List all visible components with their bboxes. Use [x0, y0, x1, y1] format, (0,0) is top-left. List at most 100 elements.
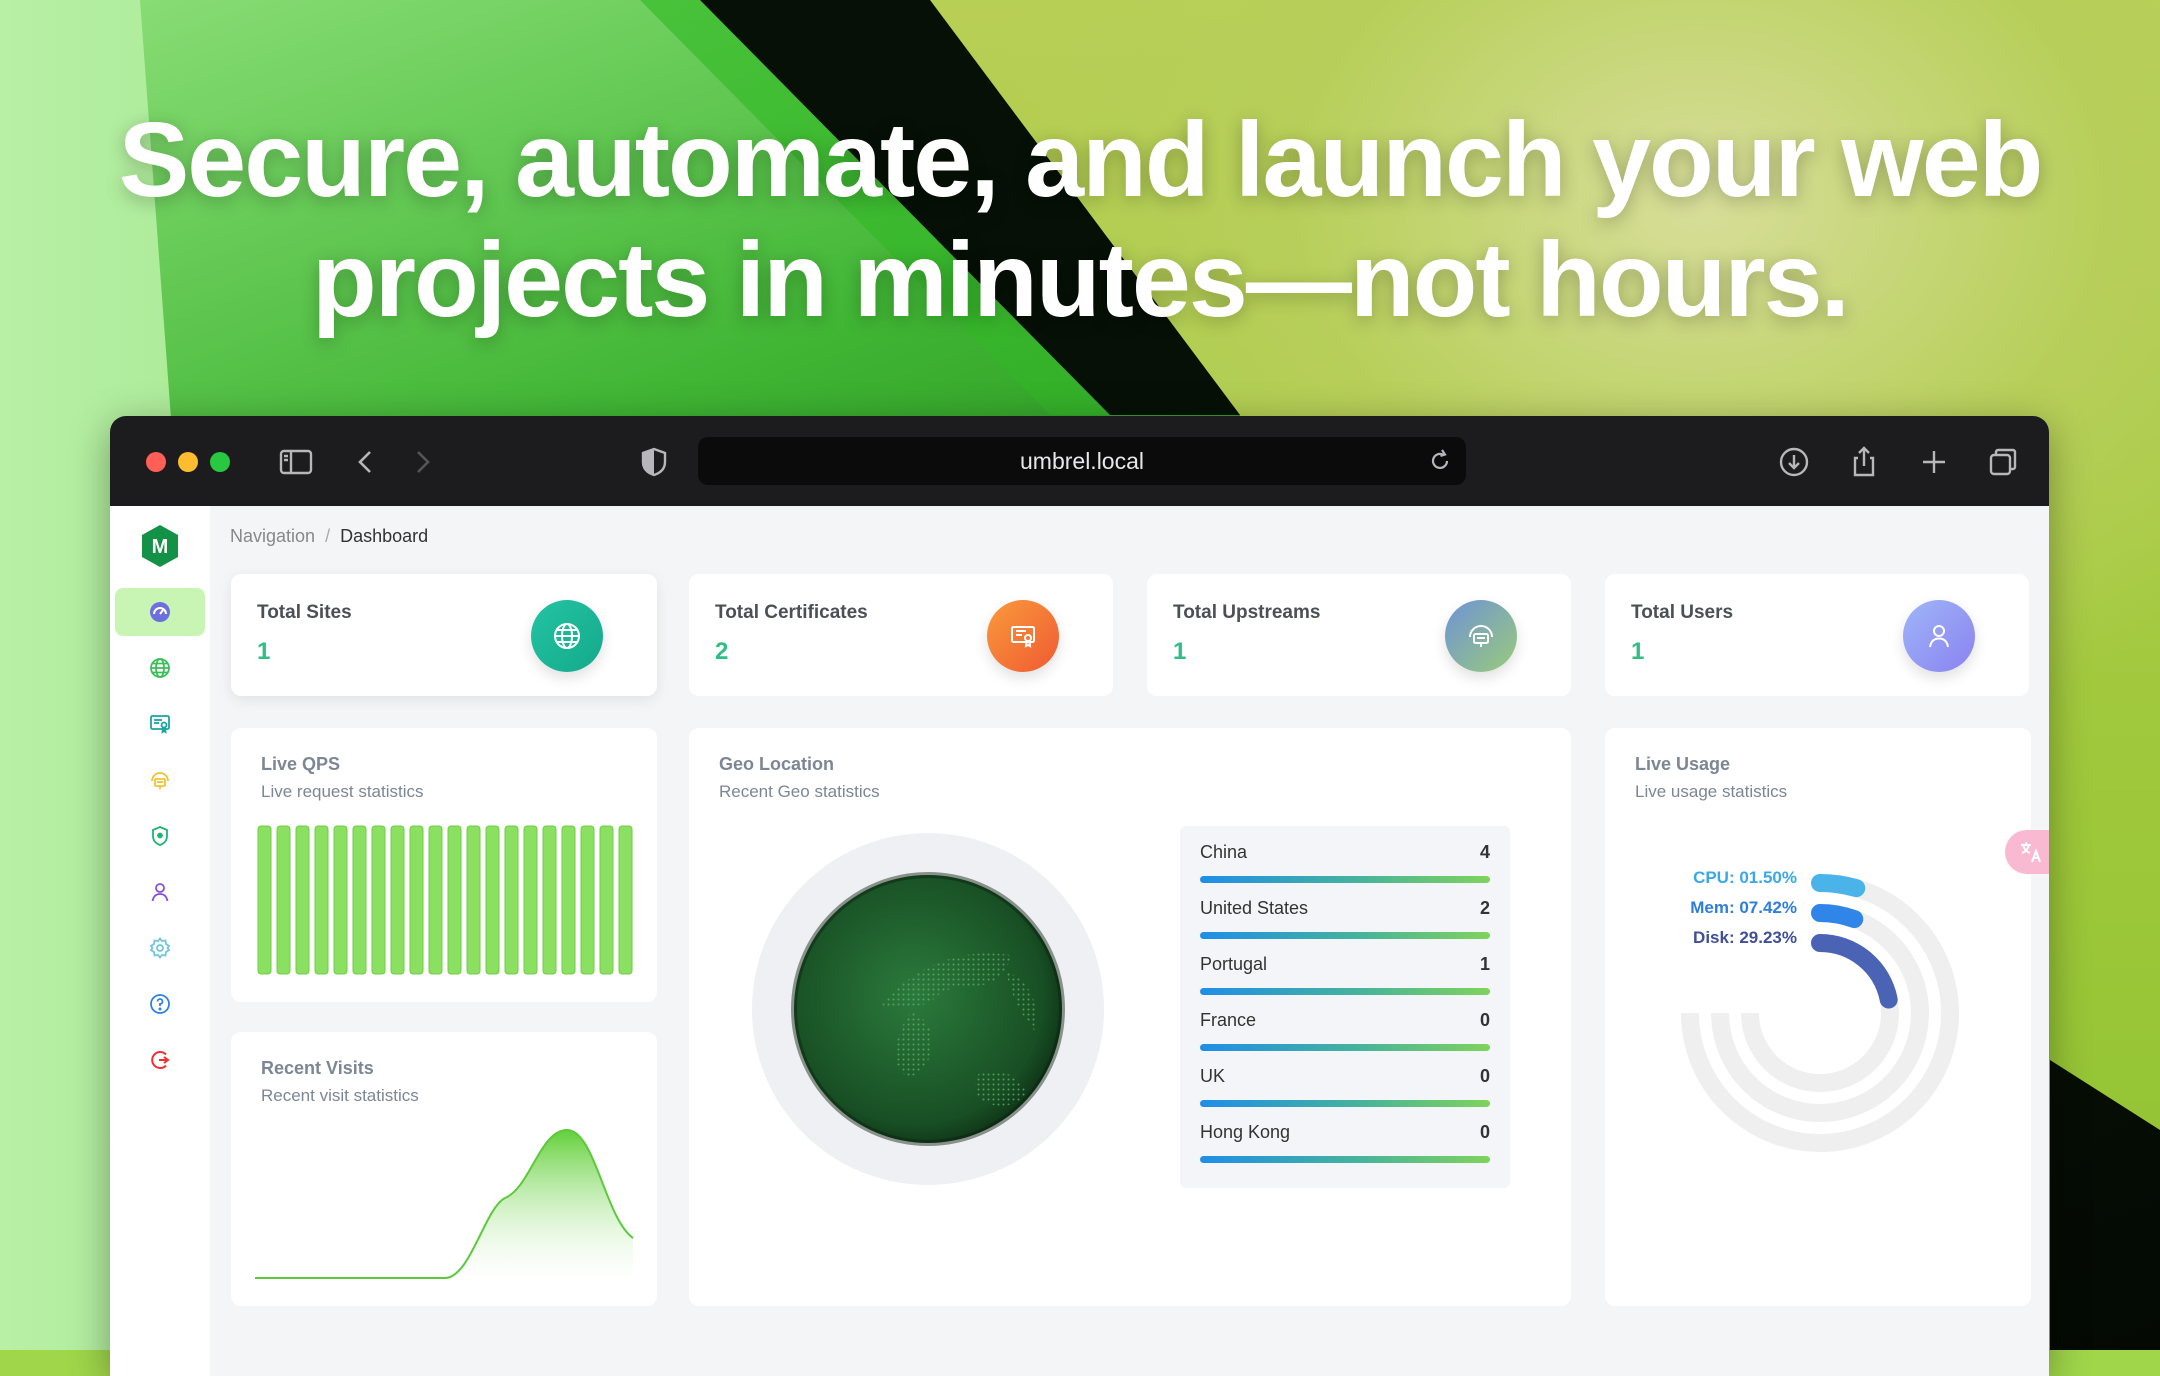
maximize-window-button[interactable] — [210, 452, 230, 472]
country-bar — [1200, 988, 1490, 995]
recent-visits-panel: Recent Visits Recent visit statistics — [231, 1032, 657, 1306]
stat-label: Total Certificates — [715, 602, 868, 623]
forward-arrow-icon[interactable] — [402, 442, 442, 482]
close-window-button[interactable] — [146, 452, 166, 472]
country-bar — [1200, 1156, 1490, 1163]
shield-icon — [152, 826, 168, 846]
country-count: 1 — [1479, 954, 1490, 974]
new-tab-icon[interactable] — [1914, 442, 1954, 482]
country-bar — [1200, 1100, 1490, 1107]
geo-row-france: France 0 — [1200, 1000, 1490, 1056]
country-count: 4 — [1479, 842, 1490, 862]
translate-button[interactable] — [2005, 830, 2049, 874]
sidebar-item-security[interactable] — [115, 812, 205, 860]
sidebar-item-dashboard[interactable] — [115, 588, 205, 636]
country-name: France — [1200, 1010, 1257, 1030]
stat-value: 1 — [257, 638, 271, 665]
country-count: 0 — [1479, 1010, 1490, 1030]
stat-card-total-sites[interactable]: Total Sites 1 — [231, 574, 657, 696]
reload-icon[interactable] — [1426, 447, 1454, 475]
stat-label: Total Upstreams — [1173, 602, 1321, 623]
disk-usage-label: Disk: 29.23% — [1693, 928, 1797, 947]
headline-line-1: Secure, automate, and launch your web — [118, 101, 2044, 219]
visits-area-chart — [255, 1128, 634, 1282]
stat-label: Total Users — [1631, 602, 1734, 623]
geo-row-portugal: Portugal 1 — [1200, 944, 1490, 1000]
panel-subtitle: Live usage statistics — [1635, 782, 1788, 801]
globe-visualization — [752, 833, 1104, 1185]
geo-row-uk: UK 0 — [1200, 1056, 1490, 1112]
country-bar — [1200, 1044, 1490, 1051]
sidebar-item-help[interactable] — [115, 980, 205, 1028]
panel-title: Recent Visits — [261, 1058, 374, 1078]
country-name: Portugal — [1200, 954, 1268, 974]
downloads-icon[interactable] — [1774, 442, 1814, 482]
country-count: 0 — [1479, 1066, 1490, 1086]
country-name: China — [1200, 842, 1248, 862]
upstream-icon — [151, 772, 169, 789]
stat-card-total-users[interactable]: Total Users 1 — [1605, 574, 2029, 696]
headline: Secure, automate, and launch your web pr… — [0, 100, 2160, 340]
country-name: UK — [1200, 1066, 1226, 1086]
sidebar-toggle-icon[interactable] — [276, 442, 316, 482]
address-bar[interactable]: umbrel.local — [698, 437, 1466, 485]
tab-overview-icon[interactable] — [1983, 442, 2023, 482]
privacy-shield-icon[interactable] — [634, 442, 674, 482]
stat-card-total-certificates[interactable]: Total Certificates 2 — [689, 574, 1113, 696]
app-logo[interactable]: M — [140, 524, 180, 568]
country-count: 2 — [1479, 898, 1490, 918]
user-icon — [151, 883, 169, 902]
upstream-icon — [1445, 600, 1517, 672]
sidebar-item-users[interactable] — [115, 868, 205, 916]
minimize-window-button[interactable] — [178, 452, 198, 472]
panel-title: Live Usage — [1635, 754, 1731, 774]
sidebar-item-certificates[interactable] — [115, 700, 205, 748]
browser-toolbar: umbrel.local — [110, 416, 2049, 506]
country-bar — [1200, 876, 1490, 883]
geo-row-china: China 4 — [1200, 832, 1490, 888]
sidebar-item-sites[interactable] — [115, 644, 205, 692]
help-icon — [150, 994, 170, 1014]
sidebar-item-settings[interactable] — [115, 924, 205, 972]
certificate-icon — [150, 715, 170, 734]
country-name: United States — [1200, 898, 1309, 918]
certificate-icon — [987, 600, 1059, 672]
geo-row-united-states: United States 2 — [1200, 888, 1490, 944]
country-count: 0 — [1479, 1122, 1490, 1142]
breadcrumb-current: Dashboard — [340, 526, 429, 546]
stat-label: Total Sites — [257, 602, 352, 623]
qps-bar-chart — [257, 825, 633, 975]
stat-card-total-upstreams[interactable]: Total Upstreams 1 — [1147, 574, 1571, 696]
mem-usage-label: Mem: 07.42% — [1690, 898, 1797, 917]
disk-usage-arc — [1811, 934, 1898, 1009]
panel-subtitle: Recent Geo statistics — [719, 782, 880, 801]
stat-value: 1 — [1173, 638, 1187, 665]
live-qps-panel: Live QPS Live request statistics — [231, 728, 657, 1002]
stat-value: 2 — [715, 638, 729, 665]
geo-row-hong-kong: Hong Kong 0 — [1200, 1112, 1490, 1168]
stat-value: 1 — [1631, 638, 1645, 665]
panel-subtitle: Live request statistics — [261, 782, 424, 801]
panel-title: Live QPS — [261, 754, 341, 774]
logo-letter: M — [152, 536, 169, 558]
app-sidebar: M — [110, 506, 210, 1376]
cpu-usage-label: CPU: 01.50% — [1693, 868, 1797, 887]
user-icon — [1903, 600, 1975, 672]
back-arrow-icon[interactable] — [346, 442, 386, 482]
headline-line-2: projects in minutes—not hours. — [311, 221, 1850, 339]
translate-icon — [2021, 842, 2041, 863]
browser-window: umbrel.local M Navigation / Dashboard To… — [110, 416, 2049, 1376]
sidebar-item-upstreams[interactable] — [115, 756, 205, 804]
url-text: umbrel.local — [1020, 448, 1144, 474]
globe-icon — [531, 600, 603, 672]
cpu-usage-arc — [1811, 874, 1866, 898]
globe-icon — [150, 658, 170, 678]
sidebar-item-logout[interactable] — [115, 1036, 205, 1084]
live-usage-panel: Live Usage Live usage statistics CPU: 01… — [1605, 728, 2031, 1306]
country-name: Hong Kong — [1200, 1122, 1291, 1142]
geo-country-list: China 4 United States 2 Portugal 1 Franc… — [1180, 826, 1510, 1188]
dashboard-icon — [150, 602, 170, 622]
share-icon[interactable] — [1844, 442, 1884, 482]
breadcrumb-root[interactable]: Navigation — [230, 526, 315, 546]
panel-subtitle: Recent visit statistics — [261, 1086, 419, 1105]
